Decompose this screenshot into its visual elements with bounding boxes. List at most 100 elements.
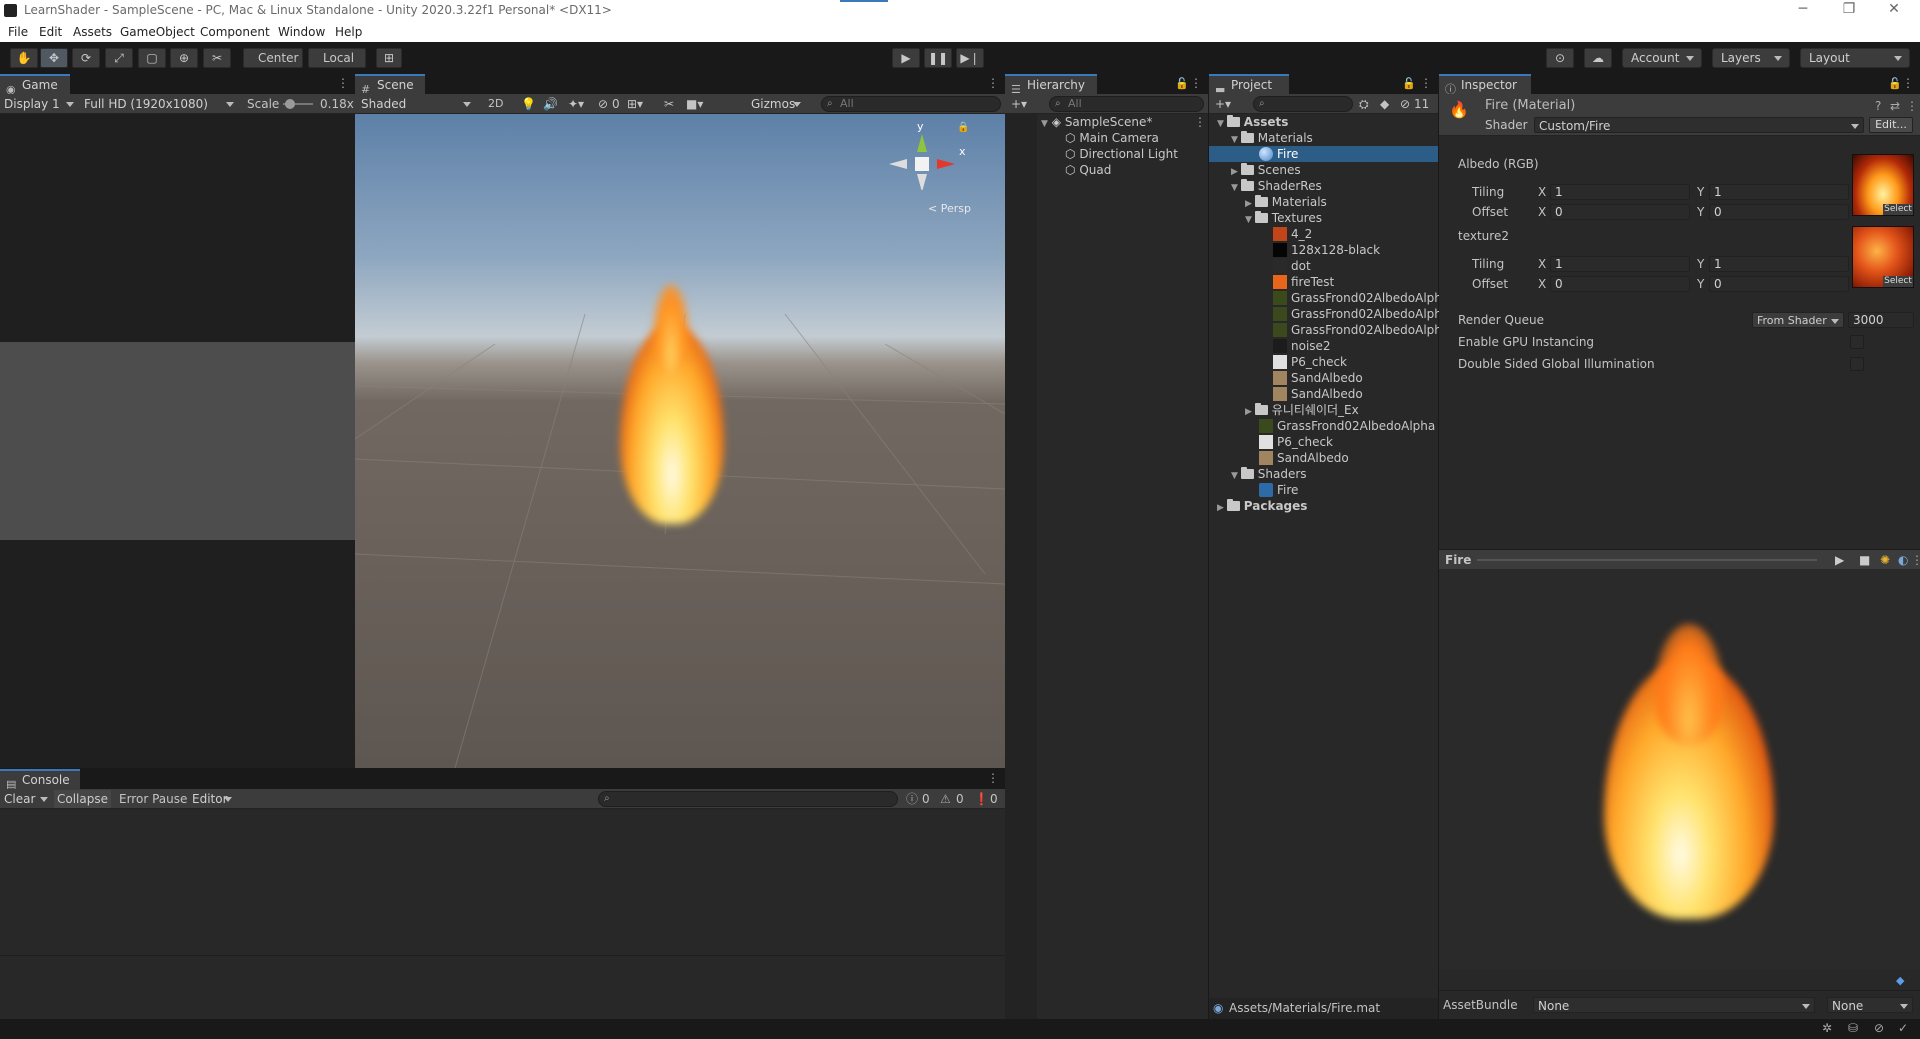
account-dropdown[interactable]: Account — [1622, 48, 1702, 68]
project-item[interactable]: Fire — [1209, 146, 1438, 162]
preview-play-icon[interactable]: ▶ — [1835, 552, 1844, 568]
hierarchy-item-quad[interactable]: ⬡ Quad — [1065, 162, 1111, 178]
hand-tool-icon[interactable]: ✋ — [10, 48, 38, 68]
texture2-select-button[interactable]: Select — [1883, 276, 1913, 287]
component-menu-icon[interactable]: ⋮ — [1906, 98, 1918, 114]
preview-menu-icon[interactable]: ⋮ — [1911, 552, 1920, 568]
scene-root-row[interactable]: ▼ ◈ SampleScene* — [1041, 114, 1152, 130]
transform-tool-icon[interactable]: ⊕ — [170, 48, 198, 68]
menu-file[interactable]: File — [8, 25, 28, 39]
debug-icon[interactable]: ✲ — [1822, 1021, 1832, 1035]
albedo-offset-x-field[interactable]: 0 — [1550, 204, 1690, 220]
project-item[interactable]: SandAlbedo — [1209, 370, 1438, 386]
cloud-icon[interactable]: ☁ — [1584, 48, 1612, 68]
preset-icon[interactable]: ⇄ — [1890, 98, 1900, 114]
project-item[interactable]: 4_2 — [1209, 226, 1438, 242]
project-search-input[interactable]: ⌕ — [1253, 96, 1353, 112]
error-pause-button[interactable]: Error Pause — [119, 791, 187, 807]
project-item[interactable]: fireTest — [1209, 274, 1438, 290]
camera-icon[interactable]: ■▾ — [686, 96, 703, 112]
project-item[interactable]: P6_check — [1209, 354, 1438, 370]
collapse-triangle-icon[interactable]: ▶ — [1217, 503, 1227, 513]
project-add-icon[interactable]: +▾ — [1215, 96, 1231, 112]
menu-assets[interactable]: Assets — [73, 25, 112, 39]
project-item[interactable]: ▶ Packages — [1209, 498, 1438, 514]
project-item[interactable]: ▼ Shaders — [1209, 466, 1438, 482]
project-lock-icon[interactable]: 🔓 — [1402, 77, 1416, 90]
mode-2d-button[interactable]: 2D — [488, 96, 503, 112]
effects-icon[interactable]: ✦▾ — [568, 96, 584, 112]
expand-triangle-icon[interactable]: ▼ — [1231, 183, 1241, 193]
shader-edit-button[interactable]: Edit... — [1869, 117, 1913, 133]
collapse-triangle-icon[interactable]: ▶ — [1245, 199, 1255, 209]
inspector-menu-icon[interactable]: ⋮ — [1902, 76, 1914, 90]
autogen-icon[interactable]: ⊘ — [1874, 1021, 1884, 1035]
scene-menu-icon[interactable]: ⋮ — [1194, 114, 1206, 130]
info-count-icon[interactable]: ⓘ — [906, 791, 918, 807]
layers-dropdown[interactable]: Layers — [1712, 48, 1790, 68]
expand-triangle-icon[interactable]: ▼ — [1231, 135, 1241, 145]
albedo-texture-slot[interactable]: Select — [1852, 154, 1914, 216]
console-search-input[interactable]: ⌕ — [598, 791, 898, 807]
orientation-gizmo[interactable] — [887, 130, 957, 190]
menu-gameobject[interactable]: GameObject — [120, 25, 195, 39]
project-item[interactable]: ▶ Scenes — [1209, 162, 1438, 178]
hierarchy-lock-icon[interactable]: 🔓 — [1175, 77, 1189, 90]
hierarchy-search-input[interactable]: ⌕ All — [1049, 96, 1204, 112]
search-by-label-icon[interactable]: ◆ — [1380, 96, 1389, 112]
project-item[interactable]: GrassFrond02AlbedoAlpha — [1209, 306, 1449, 322]
gizmo-lock-icon[interactable]: 🔒 — [957, 122, 969, 133]
hierarchy-menu-icon[interactable]: ⋮ — [1190, 76, 1202, 90]
project-item[interactable]: dot — [1209, 258, 1438, 274]
scene-menu-icon[interactable]: ⋮ — [987, 76, 999, 90]
hierarchy-item-main-camera[interactable]: ⬡ Main Camera — [1065, 130, 1159, 146]
pause-button[interactable]: ❚❚ — [924, 48, 952, 68]
tab-console[interactable]: ▤ Console — [0, 769, 80, 791]
search-by-type-icon[interactable]: ⛭ — [1359, 96, 1369, 112]
project-item[interactable]: noise2 — [1209, 338, 1438, 354]
project-menu-icon[interactable]: ⋮ — [1420, 76, 1432, 90]
hierarchy-add-icon[interactable]: +▾ — [1011, 96, 1027, 112]
tab-hierarchy[interactable]: ☰ Hierarchy — [1005, 74, 1097, 96]
collab-icon[interactable]: ⊙ — [1546, 48, 1574, 68]
albedo-tiling-x-field[interactable]: 1 — [1550, 184, 1690, 200]
play-button[interactable]: ▶ — [892, 48, 920, 68]
preview-mesh-icon[interactable]: ◐ — [1898, 552, 1908, 568]
menu-edit[interactable]: Edit — [39, 25, 62, 39]
texture2-offset-y-field[interactable]: 0 — [1709, 276, 1849, 292]
asset-label-icon[interactable]: ◆ — [1896, 974, 1904, 987]
project-item[interactable]: ▼ Assets — [1209, 114, 1438, 130]
cache-icon[interactable]: ⛁ — [1848, 1021, 1858, 1035]
menu-help[interactable]: Help — [335, 25, 362, 39]
project-item[interactable]: GrassFrond02AlbedoAlpha — [1209, 322, 1449, 338]
scene-viewport[interactable]: 🔒 x y < Persp — [355, 114, 1005, 768]
layout-dropdown[interactable]: Layout — [1800, 48, 1910, 68]
assetbundle-dropdown[interactable]: None — [1533, 997, 1815, 1013]
render-queue-field[interactable]: 3000 — [1848, 312, 1914, 328]
texture2-offset-x-field[interactable]: 0 — [1550, 276, 1690, 292]
project-item[interactable]: P6_check — [1209, 434, 1438, 450]
tools-icon[interactable]: ✂ — [664, 96, 674, 112]
project-item[interactable]: SandAlbedo — [1209, 386, 1438, 402]
albedo-select-button[interactable]: Select — [1883, 204, 1913, 215]
scale-tool-icon[interactable]: ⤢ — [105, 48, 133, 68]
project-item[interactable]: SandAlbedo — [1209, 450, 1438, 466]
tab-game[interactable]: ◉ Game — [0, 74, 70, 96]
preview-light-icon[interactable]: ✺ — [1880, 552, 1890, 568]
hidden-packages-icon[interactable]: ⊘ — [1400, 96, 1410, 112]
audio-icon[interactable]: 🔊 — [543, 96, 558, 112]
warning-count-icon[interactable]: ⚠ — [940, 791, 951, 807]
collapse-triangle-icon[interactable]: ▶ — [1245, 407, 1255, 417]
persp-label[interactable]: < Persp — [928, 202, 971, 215]
minimize-icon[interactable]: ─ — [1783, 1, 1823, 17]
move-tool-icon[interactable]: ✥ — [40, 48, 68, 68]
status-check-icon[interactable]: ✓ — [1898, 1021, 1908, 1035]
rotate-tool-icon[interactable]: ⟳ — [72, 48, 100, 68]
resolution-dropdown[interactable]: Full HD (1920x1080) — [80, 96, 238, 112]
albedo-tiling-y-field[interactable]: 1 — [1709, 184, 1849, 200]
grid-snap-icon[interactable]: ⊞ — [376, 48, 402, 68]
error-count-icon[interactable]: ❗ — [974, 791, 989, 807]
shading-dropdown[interactable]: Shaded — [357, 96, 475, 112]
project-item[interactable]: GrassFrond02AlbedoAlpha — [1209, 418, 1438, 434]
project-item[interactable]: ▼ ShaderRes — [1209, 178, 1438, 194]
